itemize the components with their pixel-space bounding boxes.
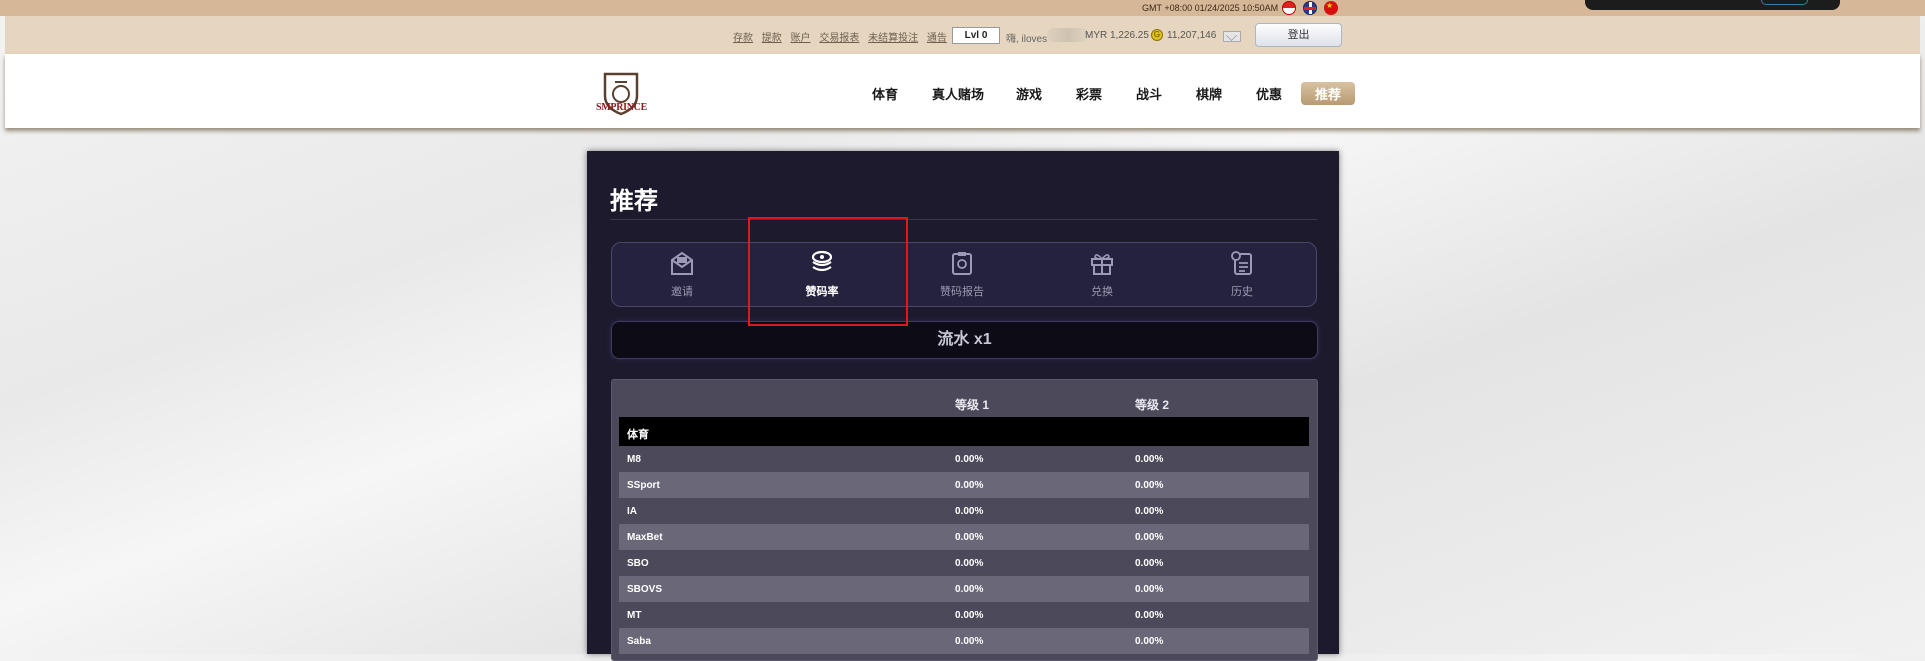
level-2-rate: 0.00% [1135, 558, 1164, 569]
tab-redeem[interactable]: 兑换 [1032, 243, 1172, 306]
provider-name: SBOVS [627, 584, 663, 595]
category-row-sports: 体育 [619, 417, 1309, 446]
account-bar: 存款 提款 账户 交易报表 未结算投注 通告 Lvl 0 嗨, iloves M… [5, 16, 1920, 55]
highlight-annotation-box [748, 217, 908, 326]
category-label: 体育 [627, 429, 649, 441]
table-row: MT 0.00% 0.00% [619, 602, 1309, 628]
table-row: SSport 0.00% 0.00% [619, 472, 1309, 498]
account-links: 存款 提款 账户 交易报表 未结算投注 通告 [733, 29, 953, 44]
column-header-level-2: 等级 2 [1135, 398, 1170, 412]
level-badge: Lvl 0 [952, 27, 1000, 44]
referral-panel: 推荐 邀请 赞码率 赞码报告 兑换 历史 流水 x1 等级 1 等级 2 体育 … [587, 151, 1339, 661]
unsettled-bets-link[interactable]: 未结算投注 [868, 33, 918, 44]
blurred-username [1047, 28, 1089, 42]
tab-label: 历史 [1231, 286, 1253, 298]
balance-text: MYR 1,226.25 [1085, 30, 1149, 41]
deposit-link[interactable]: 存款 [733, 33, 753, 44]
clock-text: GMT +08:00 01/24/2025 10:50AM [1142, 3, 1279, 13]
malaysia-flag-icon[interactable] [1282, 1, 1296, 15]
provider-name: M8 [627, 454, 641, 465]
tab-label: 兑换 [1091, 286, 1113, 298]
nav-item-lottery[interactable]: 彩票 [1076, 84, 1102, 103]
column-header-level-1: 等级 1 [955, 398, 990, 412]
tab-history[interactable]: 历史 [1172, 243, 1312, 306]
level-1-rate: 0.00% [955, 584, 984, 595]
table-row: MaxBet 0.00% 0.00% [619, 524, 1309, 550]
logout-button[interactable]: 登出 [1255, 23, 1342, 47]
level-1-rate: 0.00% [955, 506, 984, 517]
mail-icon[interactable] [1223, 31, 1241, 42]
level-2-rate: 0.00% [1135, 636, 1164, 647]
level-1-rate: 0.00% [955, 480, 984, 491]
table-row: Saba 0.00% 0.00% [619, 628, 1309, 654]
clipboard-report-icon [952, 252, 972, 275]
announcement-link[interactable]: 通告 [927, 33, 947, 44]
coin-icon: G [1151, 29, 1163, 41]
provider-name: MaxBet [627, 532, 663, 543]
china-flag-icon[interactable] [1324, 1, 1338, 15]
level-1-rate: 0.00% [955, 454, 984, 465]
level-2-rate: 0.00% [1135, 480, 1164, 491]
level-2-rate: 0.00% [1135, 610, 1164, 621]
provider-name: Saba [627, 636, 651, 647]
level-1-rate: 0.00% [955, 558, 984, 569]
level-2-rate: 0.00% [1135, 584, 1164, 595]
nav-item-games[interactable]: 游戏 [1016, 84, 1042, 103]
nav-item-board-games[interactable]: 棋牌 [1196, 84, 1222, 103]
level-1-rate: 0.00% [955, 636, 984, 647]
gift-icon [1091, 254, 1113, 275]
table-row: SBOVS 0.00% 0.00% [619, 576, 1309, 602]
invite-envelope-icon [671, 251, 693, 275]
provider-name: IA [627, 506, 637, 517]
history-document-icon [1231, 251, 1252, 275]
withdraw-link[interactable]: 提款 [762, 33, 782, 44]
title-divider [610, 219, 1317, 220]
overlay-popup-edge [1585, 0, 1840, 10]
table-row: SBO 0.00% 0.00% [619, 550, 1309, 576]
level-1-rate: 0.00% [955, 610, 984, 621]
transaction-report-link[interactable]: 交易报表 [819, 33, 859, 44]
main-navbar: SMPRINCE 体育 真人赌场 游戏 彩票 战斗 棋牌 优惠 推荐 [5, 54, 1920, 128]
rebate-table: 等级 1 等级 2 体育 M8 0.00% 0.00% SSport 0.00%… [611, 379, 1318, 661]
tab-label: 赞码报告 [940, 286, 984, 298]
uk-flag-icon[interactable] [1303, 1, 1317, 15]
tab-label: 邀请 [671, 286, 693, 298]
credit-text: 11,207,146 [1167, 30, 1217, 41]
tab-invite[interactable]: 邀请 [612, 243, 752, 306]
tab-rebate-report[interactable]: 赞码报告 [892, 243, 1032, 306]
provider-name: SBO [627, 558, 649, 569]
nav-item-fight[interactable]: 战斗 [1136, 84, 1162, 103]
provider-name: MT [627, 610, 642, 621]
provider-name: SSport [627, 480, 660, 491]
level-2-rate: 0.00% [1135, 454, 1164, 465]
logo-text: SMPRINCE [596, 102, 647, 113]
nav-item-live-casino[interactable]: 真人赌场 [932, 84, 984, 103]
level-1-rate: 0.00% [955, 532, 984, 543]
greeting-text: 嗨, iloves [1006, 34, 1048, 45]
nav-item-referral[interactable]: 推荐 [1301, 82, 1356, 105]
turnover-multiplier: 流水 x1 [611, 321, 1318, 359]
nav-item-sports[interactable]: 体育 [872, 84, 898, 103]
account-link[interactable]: 账户 [791, 33, 811, 44]
level-2-rate: 0.00% [1135, 532, 1164, 543]
nav-item-promotions[interactable]: 优惠 [1256, 84, 1282, 103]
table-row: M8 0.00% 0.00% [619, 446, 1309, 472]
page-title: 推荐 [610, 188, 658, 215]
referral-tabs: 邀请 赞码率 赞码报告 兑换 历史 [611, 242, 1317, 307]
table-row: IA 0.00% 0.00% [619, 498, 1309, 524]
level-2-rate: 0.00% [1135, 506, 1164, 517]
